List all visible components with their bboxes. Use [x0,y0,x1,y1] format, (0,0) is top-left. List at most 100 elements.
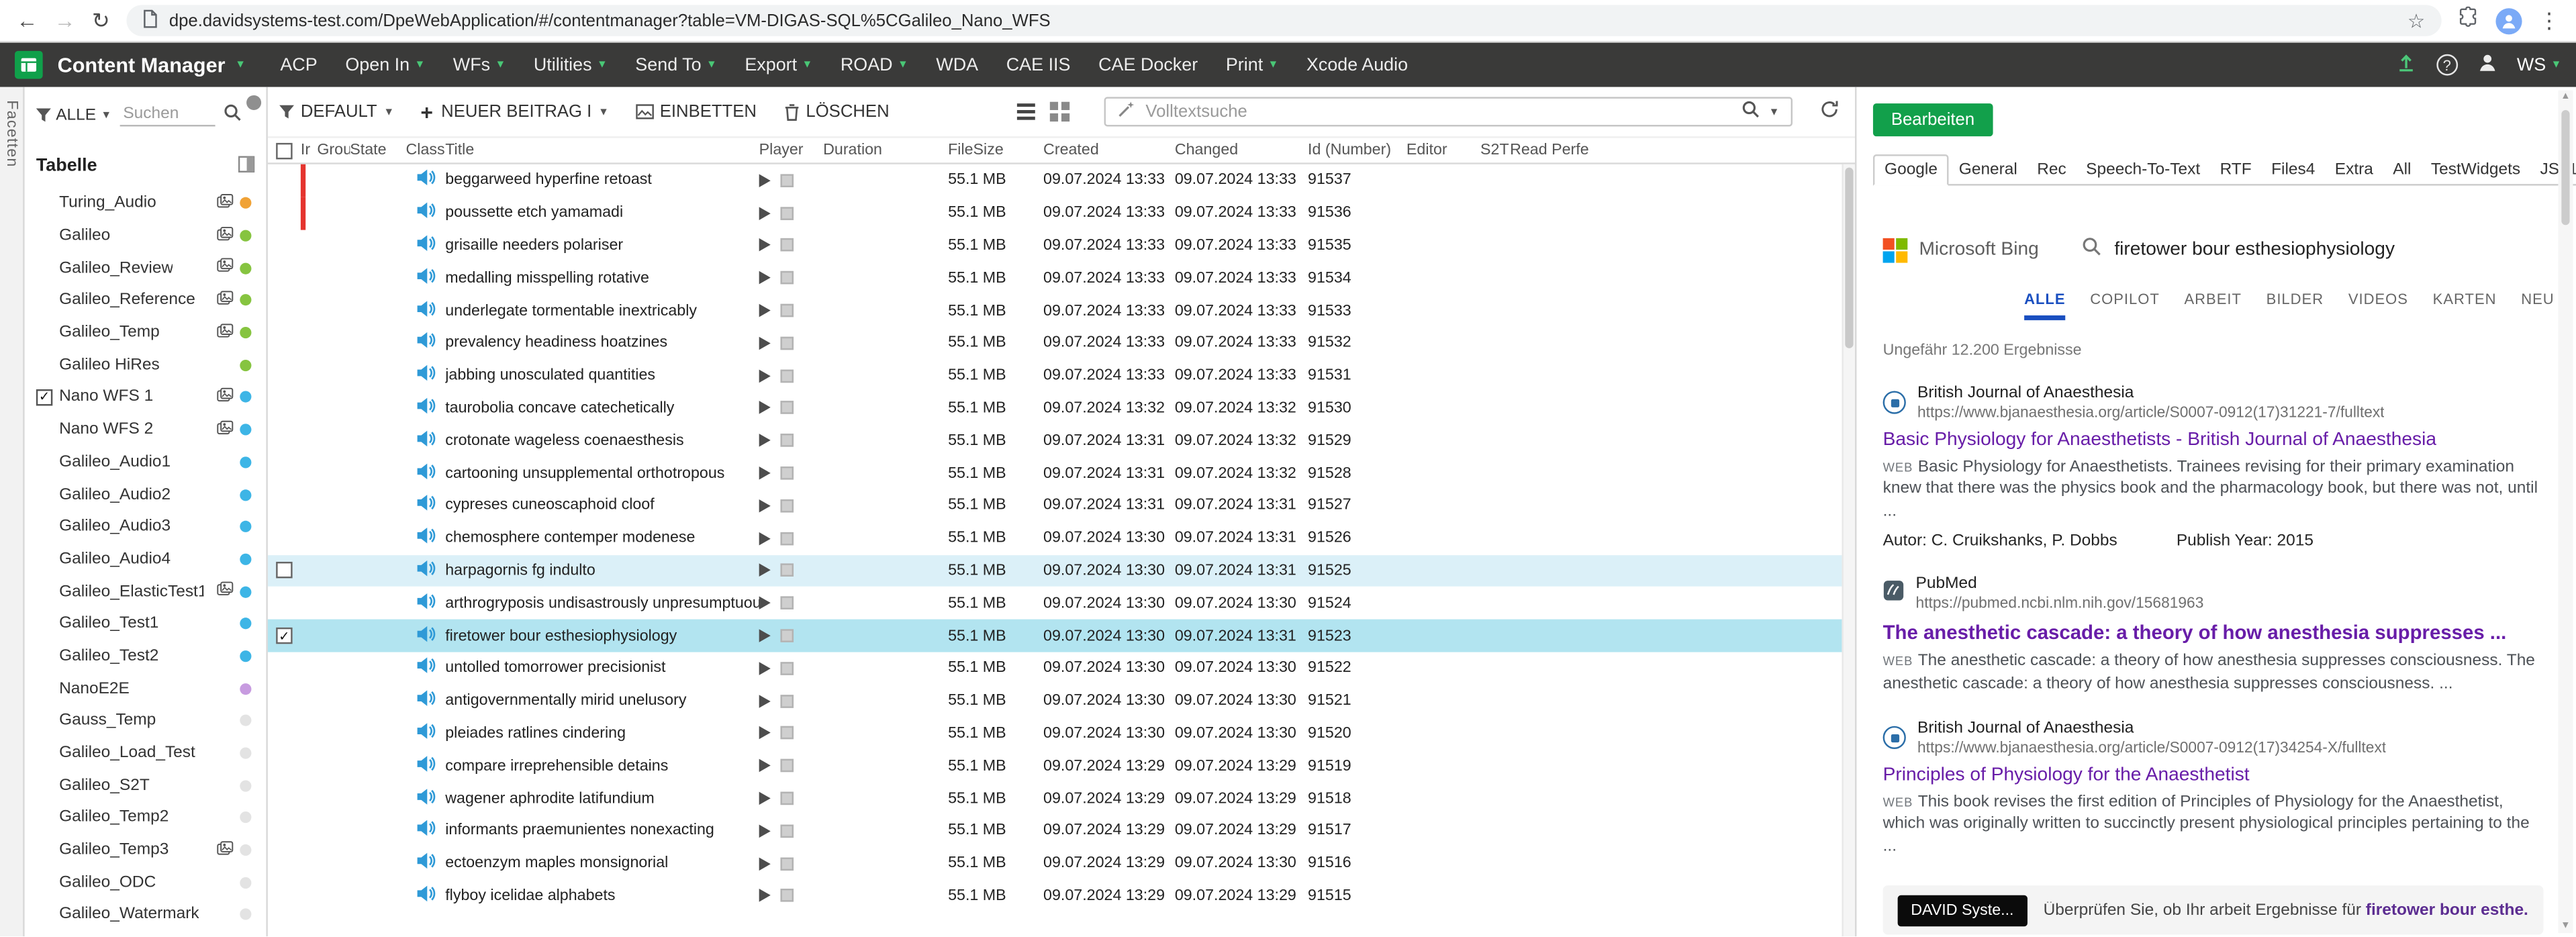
column-header[interactable]: S2T [1480,141,1510,159]
help-icon[interactable]: ? [2436,54,2458,76]
select-all-checkbox[interactable] [276,142,292,158]
stop-icon[interactable] [780,889,794,903]
extensions-icon[interactable] [2458,6,2479,36]
play-icon[interactable] [759,857,771,871]
app-menu-item[interactable]: Utilities▼ [534,55,608,75]
table-list-item[interactable]: ✓ Turing_Audio [25,187,267,219]
content-row[interactable]: taurobolia concave catechetically 55.1 M… [268,392,1855,424]
play-icon[interactable] [759,336,771,350]
content-row[interactable]: prevalency headiness hoatzines 55.1 MB 0… [268,327,1855,359]
stop-icon[interactable] [780,629,794,642]
content-row[interactable]: underlegate tormentable inextricably 55.… [268,295,1855,327]
content-row[interactable]: arthrogryposis undisastrously unpresumpt… [268,587,1855,620]
column-header[interactable]: Ir [301,141,317,159]
stop-icon[interactable] [780,207,794,220]
app-menu-item[interactable]: ACP▼ [280,55,317,75]
sidebar-search-icon[interactable] [224,100,242,130]
stop-icon[interactable] [780,174,794,187]
content-row[interactable]: informants praemunientes nonexacting 55.… [268,815,1855,847]
app-menu-item[interactable]: Send To▼ [635,55,716,75]
column-header[interactable]: Title [445,141,759,159]
bing-search-icon[interactable] [2081,235,2101,264]
table-list-item[interactable]: ✓ Galileo_Test1 [25,607,267,640]
app-logo[interactable] [15,51,43,79]
scroll-up-arrow-icon[interactable]: ▲ [2558,92,2573,102]
detail-scrollbar-thumb[interactable] [2561,110,2569,225]
stop-icon[interactable] [780,466,794,480]
bing-tab[interactable]: VIDEOS [2348,291,2408,320]
table-list-item[interactable]: ✓ Galileo HiRes [25,349,267,381]
stop-icon[interactable] [780,597,794,610]
column-header[interactable]: Changed [1175,141,1308,159]
play-icon[interactable] [759,889,771,903]
play-icon[interactable] [759,466,771,480]
table-checkbox[interactable]: ✓ [36,389,52,405]
app-menu-item[interactable]: CAE Docker▼ [1098,55,1198,75]
table-list-item[interactable]: ✓ Nano WFS 1 [25,381,267,413]
play-icon[interactable] [759,532,771,545]
app-menu-item[interactable]: WDA▼ [936,55,978,75]
content-row[interactable]: cypreses cuneoscaphoid cloof 55.1 MB 09.… [268,489,1855,522]
detail-tab[interactable]: Extra [2325,156,2383,184]
delete-button[interactable]: LÖSCHEN [783,102,890,121]
stop-icon[interactable] [780,727,794,740]
stop-icon[interactable] [780,564,794,578]
table-list-item[interactable]: ✓ Galileo_Temp2 [25,801,267,834]
table-list-item[interactable]: ✓ Galileo_Review [25,252,267,284]
stop-icon[interactable] [780,662,794,675]
play-icon[interactable] [759,759,771,773]
bing-tab[interactable]: NEUIGKEITEN [2521,291,2553,320]
list-scrollbar[interactable] [1842,164,1855,936]
table-list-item[interactable]: ✓ Galileo_Reference [25,285,267,317]
content-row[interactable]: medalling misspelling rotative 55.1 MB 0… [268,262,1855,294]
play-icon[interactable] [759,564,771,578]
detail-tab[interactable]: Files4 [2261,156,2325,184]
content-row[interactable]: firetower bour esthesiophysiology 55.1 M… [268,620,1855,652]
detail-tab[interactable]: Speech-To-Text [2076,156,2209,184]
column-header[interactable]: Read Perfe [1510,141,1855,159]
stop-icon[interactable] [780,369,794,383]
profile-avatar[interactable] [2495,7,2522,34]
table-list-item[interactable]: ✓ Galileo_ElasticTest1 [25,575,267,607]
table-list-item[interactable]: ✓ Gauss_Temp [25,705,267,737]
fulltext-search-input[interactable]: Volltextsuche ▼ [1104,97,1793,126]
content-row[interactable]: untolled tomorrower precisionist 55.1 MB… [268,652,1855,684]
play-icon[interactable] [759,824,771,838]
content-row[interactable]: flyboy icelidae alphabets 55.1 MB 09.07.… [268,880,1855,912]
detail-scrollbar[interactable]: ▲ ▼ [2558,91,2573,933]
edit-button[interactable]: Bearbeiten [1873,103,1993,136]
stop-icon[interactable] [780,401,794,415]
stop-icon[interactable] [780,304,794,317]
browser-reload-icon[interactable]: ↻ [92,10,110,32]
content-row[interactable]: beggarweed hyperfine retoast 55.1 MB 09.… [268,164,1855,197]
table-list-item[interactable]: ✓ NanoE2E [25,673,267,705]
column-header[interactable]: Editor [1406,141,1480,159]
play-icon[interactable] [759,401,771,415]
new-entry-button[interactable]: + NEUER BEITRAG I▼ [420,99,609,124]
column-header[interactable]: State [350,141,406,159]
play-icon[interactable] [759,499,771,513]
content-row[interactable]: ectoenzym maples monsignorial 55.1 MB 09… [268,847,1855,879]
list-scrollbar-thumb[interactable] [1845,168,1853,348]
detail-tab[interactable]: TestWidgets [2421,156,2530,184]
content-row[interactable]: wagener aphrodite latifundium 55.1 MB 09… [268,782,1855,814]
stop-icon[interactable] [780,824,794,838]
stop-icon[interactable] [780,239,794,252]
bing-promo-bar[interactable]: DAVID Syste... Überprüfen Sie, ob Ihr ar… [1883,886,2544,935]
bing-tab[interactable]: COPILOT [2090,291,2160,320]
detail-tab[interactable]: RTF [2210,156,2262,184]
app-menu-item[interactable]: CAE IIS▼ [1006,55,1071,75]
facet-strip[interactable]: Facetten [0,87,25,936]
search-options-chevron-icon[interactable]: ▼ [1769,106,1780,117]
app-menu-item[interactable]: Open In▼ [345,55,425,75]
play-icon[interactable] [759,271,771,285]
stop-icon[interactable] [780,759,794,773]
play-icon[interactable] [759,727,771,740]
table-list-item[interactable]: ✓ Galileo_Test2 [25,640,267,673]
scroll-down-arrow-icon[interactable]: ▼ [2558,922,2573,932]
column-header[interactable]: Grou [317,141,350,159]
table-list-item[interactable]: ✓ Galileo [25,219,267,252]
play-icon[interactable] [759,174,771,187]
fulltext-search-icon[interactable] [1741,100,1759,123]
play-icon[interactable] [759,239,771,252]
